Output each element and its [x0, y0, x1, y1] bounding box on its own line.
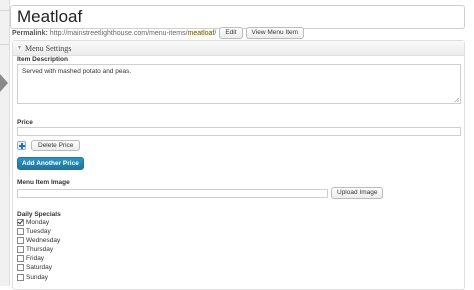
day-label: Tuesday: [26, 227, 51, 235]
price-input[interactable]: [17, 127, 461, 136]
menu-settings-title: Menu Settings: [24, 43, 72, 53]
day-label: Wednesday: [26, 236, 61, 244]
monday-checkbox[interactable]: [17, 218, 24, 226]
menu-item-image-label: Menu Item Image: [17, 179, 70, 186]
day-option-thursday[interactable]: Thursday: [17, 246, 60, 254]
upload-image-button[interactable]: Upload Image: [331, 187, 384, 199]
daily-specials-list: Monday Tuesday Wednesday Thursday Friday…: [17, 218, 60, 282]
menu-settings-header[interactable]: ▼ Menu Settings: [13, 41, 464, 56]
sidebar-divider: [0, 10, 9, 11]
thursday-checkbox[interactable]: [17, 246, 24, 254]
permalink-trailing: /: [214, 29, 217, 37]
delete-price-button[interactable]: Delete Price: [31, 140, 81, 151]
plus-icon[interactable]: [17, 141, 26, 150]
permalink-base-url: http://mainstreetlighthouse.com/menu-ite…: [49, 29, 188, 37]
admin-sidebar-edge: [0, 0, 10, 286]
price-label: Price: [17, 119, 33, 126]
day-option-wednesday[interactable]: Wednesday: [17, 236, 60, 244]
resize-handle-icon[interactable]: [454, 97, 459, 102]
day-label: Monday: [26, 218, 50, 226]
day-option-tuesday[interactable]: Tuesday: [17, 227, 60, 235]
item-description-label: Item Description: [17, 56, 68, 63]
edit-permalink-button[interactable]: Edit: [219, 27, 243, 39]
day-label: Sunday: [26, 273, 49, 281]
day-label: Saturday: [26, 264, 53, 272]
day-label: Friday: [26, 255, 45, 263]
item-description-text: Served with mashed potato and peas.: [22, 68, 132, 75]
sunday-checkbox[interactable]: [17, 273, 24, 281]
day-option-sunday[interactable]: Sunday: [17, 273, 60, 281]
permalink-slug[interactable]: meatloaf: [187, 29, 215, 37]
day-option-monday[interactable]: Monday: [17, 218, 60, 226]
view-menu-item-button[interactable]: View Menu Item: [245, 27, 305, 39]
menu-item-image-input[interactable]: [17, 189, 328, 198]
day-option-saturday[interactable]: Saturday: [17, 264, 60, 272]
permalink-label: Permalink:: [12, 29, 48, 37]
day-label: Thursday: [26, 246, 54, 254]
daily-specials-label: Daily Specials: [17, 211, 61, 218]
caret-right-icon[interactable]: [0, 74, 8, 92]
wednesday-checkbox[interactable]: [17, 236, 24, 244]
add-another-price-button[interactable]: Add Another Price: [17, 157, 84, 170]
permalink-bar: Permalink: http://mainstreetlighthouse.c…: [12, 27, 305, 39]
day-option-friday[interactable]: Friday: [17, 255, 60, 263]
saturday-checkbox[interactable]: [17, 264, 24, 272]
triangle-down-icon[interactable]: ▼: [17, 46, 22, 51]
item-description-textarea[interactable]: Served with mashed potato and peas.: [17, 64, 461, 104]
post-title-input[interactable]: Meatloaf: [10, 5, 465, 29]
sidebar-divider: [0, 44, 9, 45]
friday-checkbox[interactable]: [17, 255, 24, 263]
tuesday-checkbox[interactable]: [17, 227, 24, 235]
